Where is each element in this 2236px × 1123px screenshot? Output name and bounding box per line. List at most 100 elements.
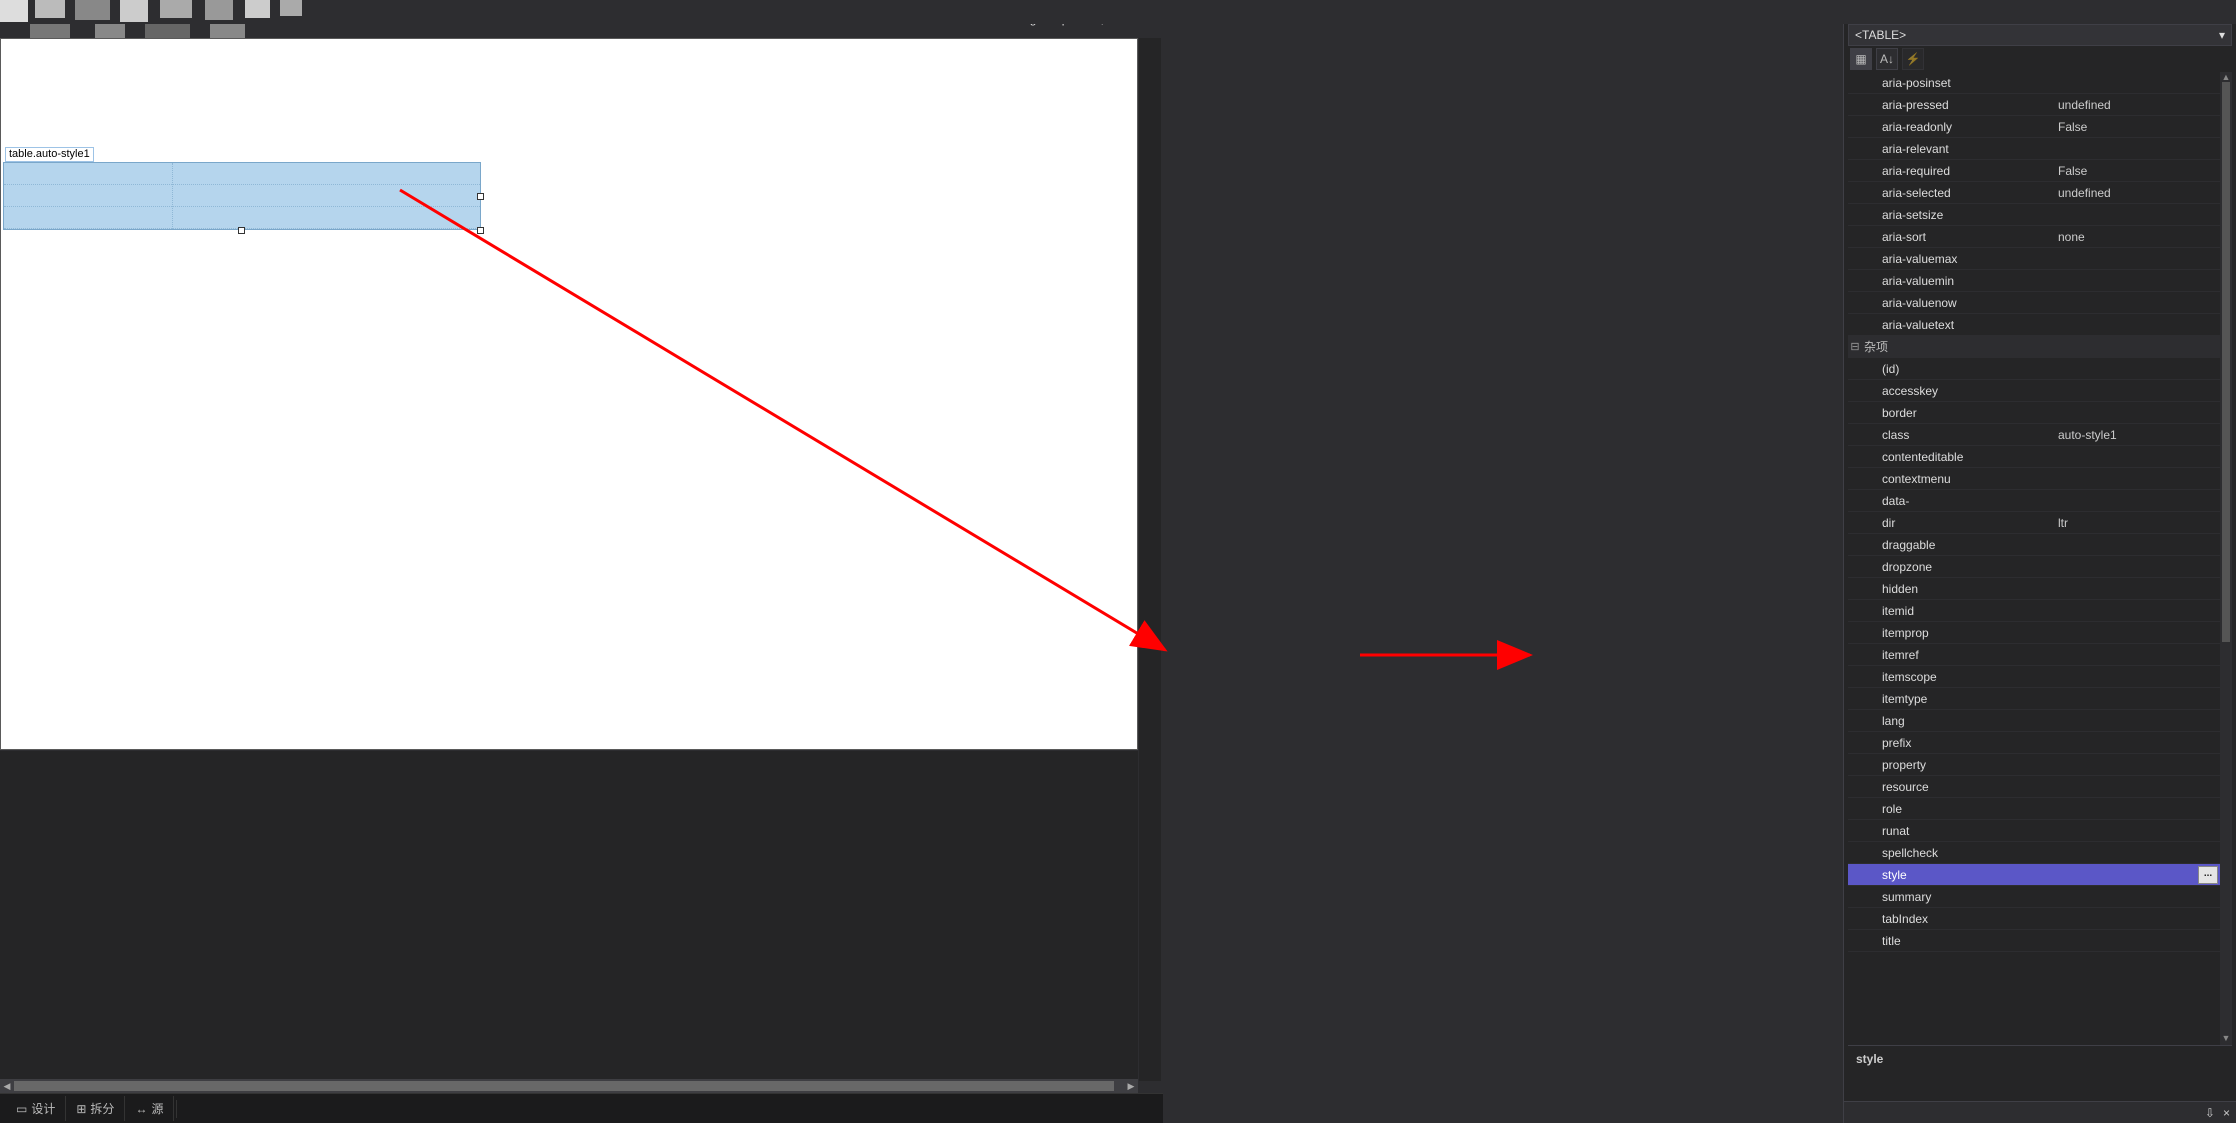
resize-handle-se[interactable] xyxy=(477,227,484,234)
view-tab-split[interactable]: ⊞ 拆分 xyxy=(66,1096,125,1121)
table-row[interactable] xyxy=(4,185,480,207)
scrollbar-thumb[interactable] xyxy=(14,1081,1114,1091)
property-row-ariaselected[interactable]: aria-selectedundefined xyxy=(1848,182,2220,204)
resize-handle-s[interactable] xyxy=(238,227,245,234)
property-row-hidden[interactable]: hidden xyxy=(1848,578,2220,600)
categorized-icon: ▦ xyxy=(1855,52,1866,66)
property-value[interactable]: ltr xyxy=(2052,516,2220,530)
property-value[interactable]: none xyxy=(2052,230,2220,244)
design-view-icon: ▭ xyxy=(16,1102,27,1116)
property-row-style[interactable]: style... xyxy=(1848,864,2220,886)
events-button[interactable]: ⚡ xyxy=(1902,48,1924,70)
scroll-right-arrow-icon[interactable]: ▶ xyxy=(1124,1079,1138,1093)
property-row-ariavaluetext[interactable]: aria-valuetext xyxy=(1848,314,2220,336)
property-key: aria-selected xyxy=(1880,186,2052,200)
alphabetical-icon: A↓ xyxy=(1880,52,1894,66)
property-row-itemref[interactable]: itemref xyxy=(1848,644,2220,666)
scrollbar-thumb[interactable] xyxy=(2222,82,2230,642)
property-row-role[interactable]: role xyxy=(1848,798,2220,820)
vertical-scrollbar[interactable]: ▲ ▼ xyxy=(2220,72,2232,1045)
property-row-accesskey[interactable]: accesskey xyxy=(1848,380,2220,402)
property-row-title[interactable]: title xyxy=(1848,930,2220,952)
property-row-ariapressed[interactable]: aria-pressedundefined xyxy=(1848,94,2220,116)
selection-tag[interactable]: table.auto-style1 xyxy=(5,147,94,162)
property-value[interactable]: undefined xyxy=(2052,98,2220,112)
property-row-id[interactable]: (id) xyxy=(1848,358,2220,380)
property-row-data[interactable]: data- xyxy=(1848,490,2220,512)
property-key: resource xyxy=(1880,780,2052,794)
categorized-view-button[interactable]: ▦ xyxy=(1850,48,1872,70)
property-row-border[interactable]: border xyxy=(1848,402,2220,424)
property-row-itemtype[interactable]: itemtype xyxy=(1848,688,2220,710)
property-row-itemprop[interactable]: itemprop xyxy=(1848,622,2220,644)
property-category-row[interactable]: ⊟杂项 xyxy=(1848,336,2220,358)
property-value[interactable]: undefined xyxy=(2052,186,2220,200)
footer-pin-icon[interactable]: ⇩ xyxy=(2205,1106,2215,1120)
property-row-contenteditable[interactable]: contenteditable xyxy=(1848,446,2220,468)
property-row-dropzone[interactable]: dropzone xyxy=(1848,556,2220,578)
property-key: summary xyxy=(1880,890,2052,904)
source-view-icon: ↔ xyxy=(135,1102,147,1116)
property-row-tabIndex[interactable]: tabIndex xyxy=(1848,908,2220,930)
property-key: accesskey xyxy=(1880,384,2052,398)
property-row-runat[interactable]: runat xyxy=(1848,820,2220,842)
property-row-ariareadonly[interactable]: aria-readonlyFalse xyxy=(1848,116,2220,138)
property-row-property[interactable]: property xyxy=(1848,754,2220,776)
property-row-ariasort[interactable]: aria-sortnone xyxy=(1848,226,2220,248)
property-row-ariavaluemin[interactable]: aria-valuemin xyxy=(1848,270,2220,292)
column-separator[interactable] xyxy=(172,163,173,229)
horizontal-scrollbar[interactable]: ◀ ▶ xyxy=(0,1079,1138,1093)
property-value[interactable]: auto-style1 xyxy=(2052,428,2220,442)
footer-close-icon[interactable]: × xyxy=(2223,1106,2230,1120)
property-row-ariarequired[interactable]: aria-requiredFalse xyxy=(1848,160,2220,182)
property-key: runat xyxy=(1880,824,2052,838)
property-value[interactable]: False xyxy=(2052,120,2220,134)
designer-area: login.aspx.cs ⚲ × ▾ ⚙ table.auto-style1 … xyxy=(0,0,1163,1123)
property-key: aria-readonly xyxy=(1880,120,2052,134)
property-row-prefix[interactable]: prefix xyxy=(1848,732,2220,754)
view-tab-design[interactable]: ▭ 设计 xyxy=(6,1096,66,1121)
property-key: aria-valuetext xyxy=(1880,318,2052,332)
property-ellipsis-button[interactable]: ... xyxy=(2198,866,2218,884)
property-row-ariavaluemax[interactable]: aria-valuemax xyxy=(1848,248,2220,270)
property-value[interactable]: False xyxy=(2052,164,2220,178)
dropdown-arrow-icon: ▾ xyxy=(2219,28,2225,42)
property-key: aria-valuemax xyxy=(1880,252,2052,266)
property-row-ariasetsize[interactable]: aria-setsize xyxy=(1848,204,2220,226)
property-key: aria-sort xyxy=(1880,230,2052,244)
design-surface[interactable]: table.auto-style1 xyxy=(0,38,1138,750)
property-row-lang[interactable]: lang xyxy=(1848,710,2220,732)
property-row-resource[interactable]: resource xyxy=(1848,776,2220,798)
property-row-draggable[interactable]: draggable xyxy=(1848,534,2220,556)
property-row-spellcheck[interactable]: spellcheck xyxy=(1848,842,2220,864)
property-row-ariaposinset[interactable]: aria-posinset xyxy=(1848,72,2220,94)
property-row-itemid[interactable]: itemid xyxy=(1848,600,2220,622)
table-row[interactable] xyxy=(4,163,480,185)
property-row-class[interactable]: classauto-style1 xyxy=(1848,424,2220,446)
property-key: title xyxy=(1880,934,2052,948)
property-row-summary[interactable]: summary xyxy=(1848,886,2220,908)
property-key: lang xyxy=(1880,714,2052,728)
property-row-ariarelevant[interactable]: aria-relevant xyxy=(1848,138,2220,160)
scroll-down-arrow-icon[interactable]: ▼ xyxy=(2220,1033,2232,1045)
view-tab-source[interactable]: ↔ 源 xyxy=(125,1096,174,1121)
property-key: itemid xyxy=(1880,604,2052,618)
property-key: draggable xyxy=(1880,538,2052,552)
object-selector-dropdown[interactable]: <TABLE> ▾ xyxy=(1848,24,2232,46)
collapse-icon[interactable]: ⊟ xyxy=(1848,340,1862,353)
alphabetical-view-button[interactable]: A↓ xyxy=(1876,48,1898,70)
property-key: itemscope xyxy=(1880,670,2052,684)
property-key: data- xyxy=(1880,494,2052,508)
resize-handle-e[interactable] xyxy=(477,193,484,200)
property-row-dir[interactable]: dirltr xyxy=(1848,512,2220,534)
property-key: aria-relevant xyxy=(1880,142,2052,156)
designer-gutter xyxy=(1139,38,1161,1081)
property-key: itemtype xyxy=(1880,692,2052,706)
property-row-contextmenu[interactable]: contextmenu xyxy=(1848,468,2220,490)
property-row-ariavaluenow[interactable]: aria-valuenow xyxy=(1848,292,2220,314)
table-row[interactable] xyxy=(4,207,480,229)
property-row-itemscope[interactable]: itemscope xyxy=(1848,666,2220,688)
scroll-left-arrow-icon[interactable]: ◀ xyxy=(0,1079,14,1093)
property-grid: aria-posinsetaria-pressedundefinedaria-r… xyxy=(1848,72,2232,1045)
selected-table[interactable] xyxy=(3,162,481,230)
